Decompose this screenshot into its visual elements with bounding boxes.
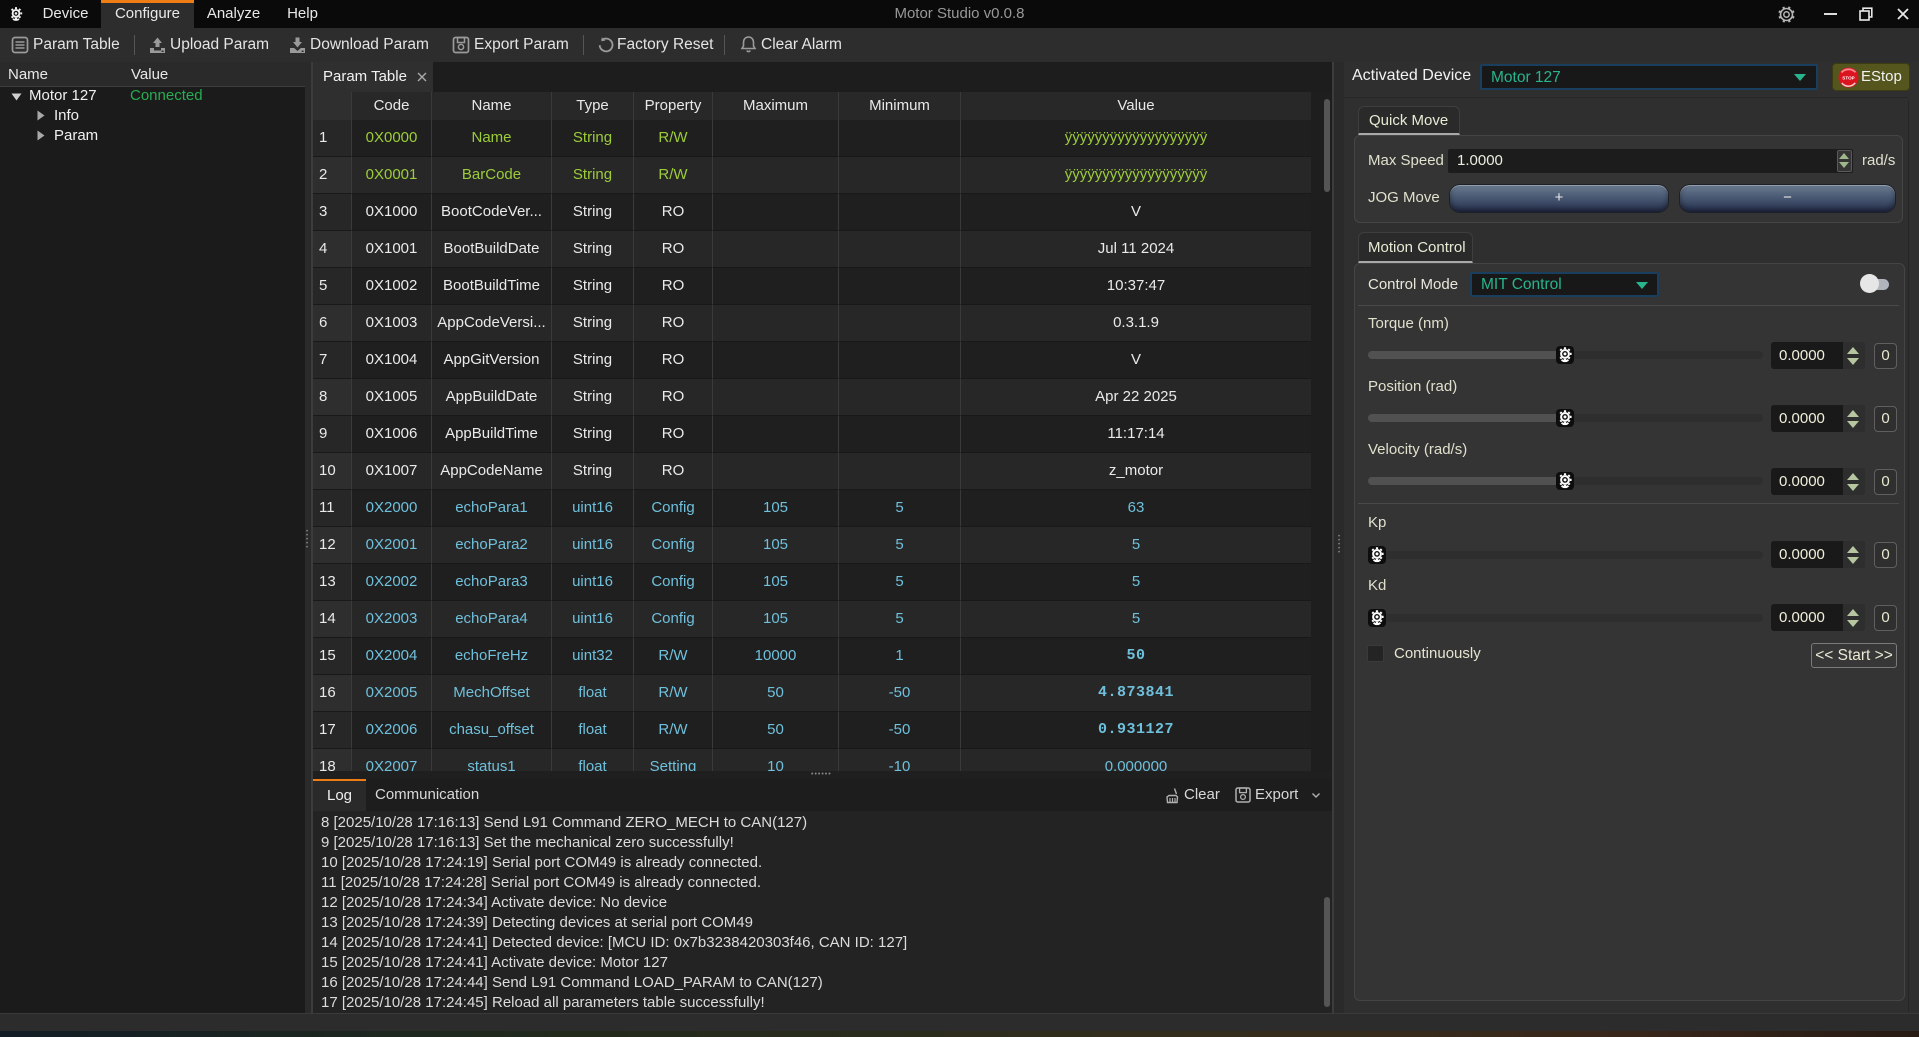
svg-text:STOP: STOP — [1842, 76, 1854, 81]
